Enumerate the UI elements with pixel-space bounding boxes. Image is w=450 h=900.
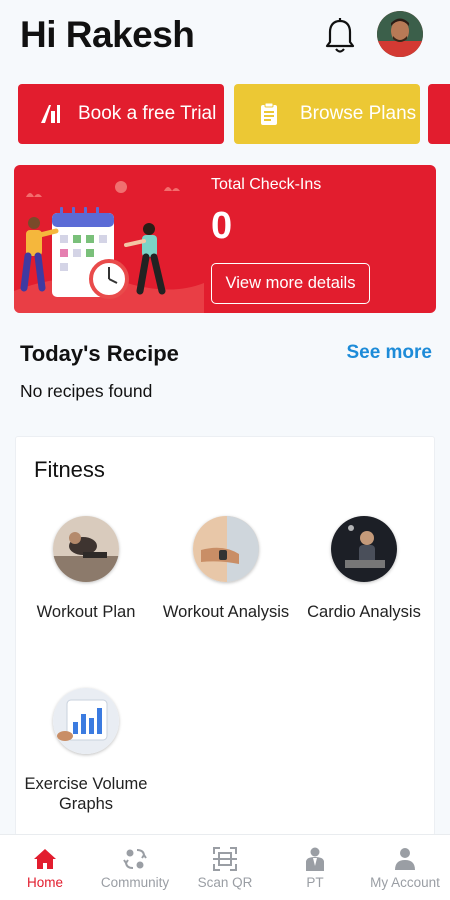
cardio-analysis-photo-icon: [331, 516, 397, 582]
cardio-analysis-label: Cardio Analysis: [307, 603, 421, 621]
checkins-card: Total Check-Ins 0 View more details: [14, 165, 436, 313]
browse-plans-label: Browse Plans: [300, 103, 417, 124]
book-free-trial-button[interactable]: Book a free Trial: [18, 84, 224, 144]
checkin-illustration: [14, 181, 204, 313]
workout-analysis-photo-icon: [193, 516, 259, 582]
workout-plan-tile[interactable]: Workout Plan: [16, 516, 156, 622]
bottom-navigation: Home Community Scan QR PT My Account: [0, 834, 450, 900]
clipboard-icon: [261, 102, 277, 125]
recipe-empty-message: No recipes found: [20, 381, 153, 401]
see-more-link[interactable]: See more: [346, 342, 432, 364]
workout-plan-label: Workout Plan: [36, 603, 136, 621]
fitness-card: Fitness Workout Plan Workout Analysis Ca…: [15, 436, 435, 836]
book-free-trial-label: Book a free Trial: [78, 103, 217, 124]
exercise-volume-graphs-tile[interactable]: Exercise Volume Graphs: [16, 688, 156, 814]
exercise-volume-graphs-label: Exercise Volume Graphs: [24, 775, 148, 813]
exercise-volume-photo-icon: [53, 688, 119, 754]
recipe-section-title: Today's Recipe: [20, 341, 179, 366]
workout-analysis-tile[interactable]: Workout Analysis: [156, 516, 296, 622]
cardio-analysis-tile[interactable]: Cardio Analysis: [294, 516, 434, 622]
notification-bell-icon[interactable]: [322, 16, 358, 56]
view-more-details-button[interactable]: View more details: [211, 263, 370, 304]
nav-scan-qr[interactable]: Scan QR: [180, 835, 270, 900]
brand-logo-icon: [41, 105, 60, 123]
nav-home-label: Home: [26, 875, 63, 890]
browse-plans-button[interactable]: Browse Plans: [234, 84, 420, 144]
workout-plan-photo-icon: [53, 516, 119, 582]
header: Hi Rakesh: [0, 0, 450, 74]
account-icon: [395, 848, 415, 870]
nav-community-label: Community: [100, 875, 170, 890]
nav-pt-label: PT: [306, 875, 324, 890]
community-icon: [123, 849, 147, 869]
next-action-button[interactable]: [428, 84, 450, 144]
scan-qr-icon: [213, 847, 237, 871]
pt-icon: [306, 847, 324, 871]
fitness-title: Fitness: [34, 457, 105, 482]
greeting-title: Hi Rakesh: [20, 14, 195, 55]
profile-avatar[interactable]: [377, 11, 423, 57]
checkins-count: 0: [211, 205, 233, 247]
workout-analysis-label: Workout Analysis: [162, 603, 290, 621]
nav-community[interactable]: Community: [90, 835, 180, 900]
nav-home[interactable]: Home: [0, 835, 90, 900]
checkins-label: Total Check-Ins: [211, 176, 322, 193]
home-icon: [34, 849, 56, 869]
nav-scan-qr-label: Scan QR: [197, 875, 253, 890]
nav-my-account-label: My Account: [370, 875, 440, 890]
action-buttons-row: Book a free Trial Browse Plans: [18, 84, 450, 146]
nav-pt[interactable]: PT: [270, 835, 360, 900]
nav-my-account[interactable]: My Account: [360, 835, 450, 900]
